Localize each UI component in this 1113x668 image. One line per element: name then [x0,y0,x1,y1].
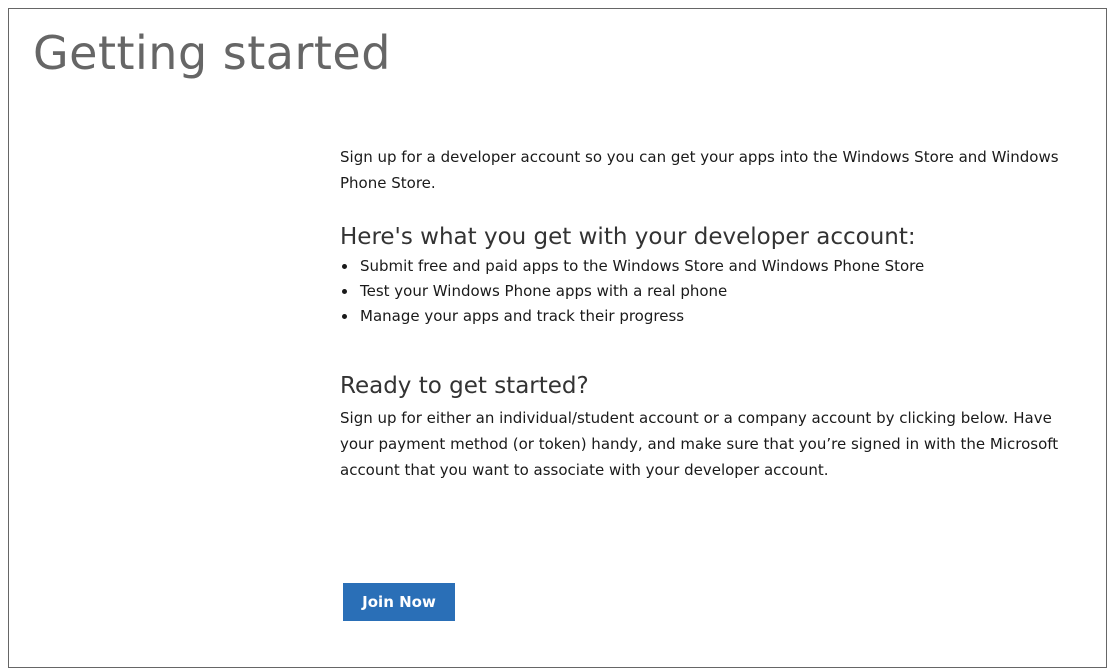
intro-text: Sign up for a developer account so you c… [340,148,1059,192]
list-item: Submit free and paid apps to the Windows… [340,254,1080,279]
bullet-icon [342,314,347,319]
ready-text: Sign up for either an individual/student… [340,409,1059,479]
list-item-text: Submit free and paid apps to the Windows… [360,257,925,275]
page-title: Getting started [33,26,391,80]
list-item-text: Manage your apps and track their progres… [360,307,685,325]
list-item: Test your Windows Phone apps with a real… [340,279,1080,304]
join-now-button[interactable]: Join Now [343,583,455,621]
benefits-heading: Here's what you get with your developer … [340,224,916,250]
bullet-icon [342,289,347,294]
list-item: Manage your apps and track their progres… [340,304,1080,329]
benefits-list: Submit free and paid apps to the Windows… [340,254,1080,329]
ready-heading: Ready to get started? [340,373,589,399]
list-item-text: Test your Windows Phone apps with a real… [360,282,728,300]
main-content: Sign up for a developer account so you c… [340,144,1080,483]
bullet-icon [342,264,347,269]
